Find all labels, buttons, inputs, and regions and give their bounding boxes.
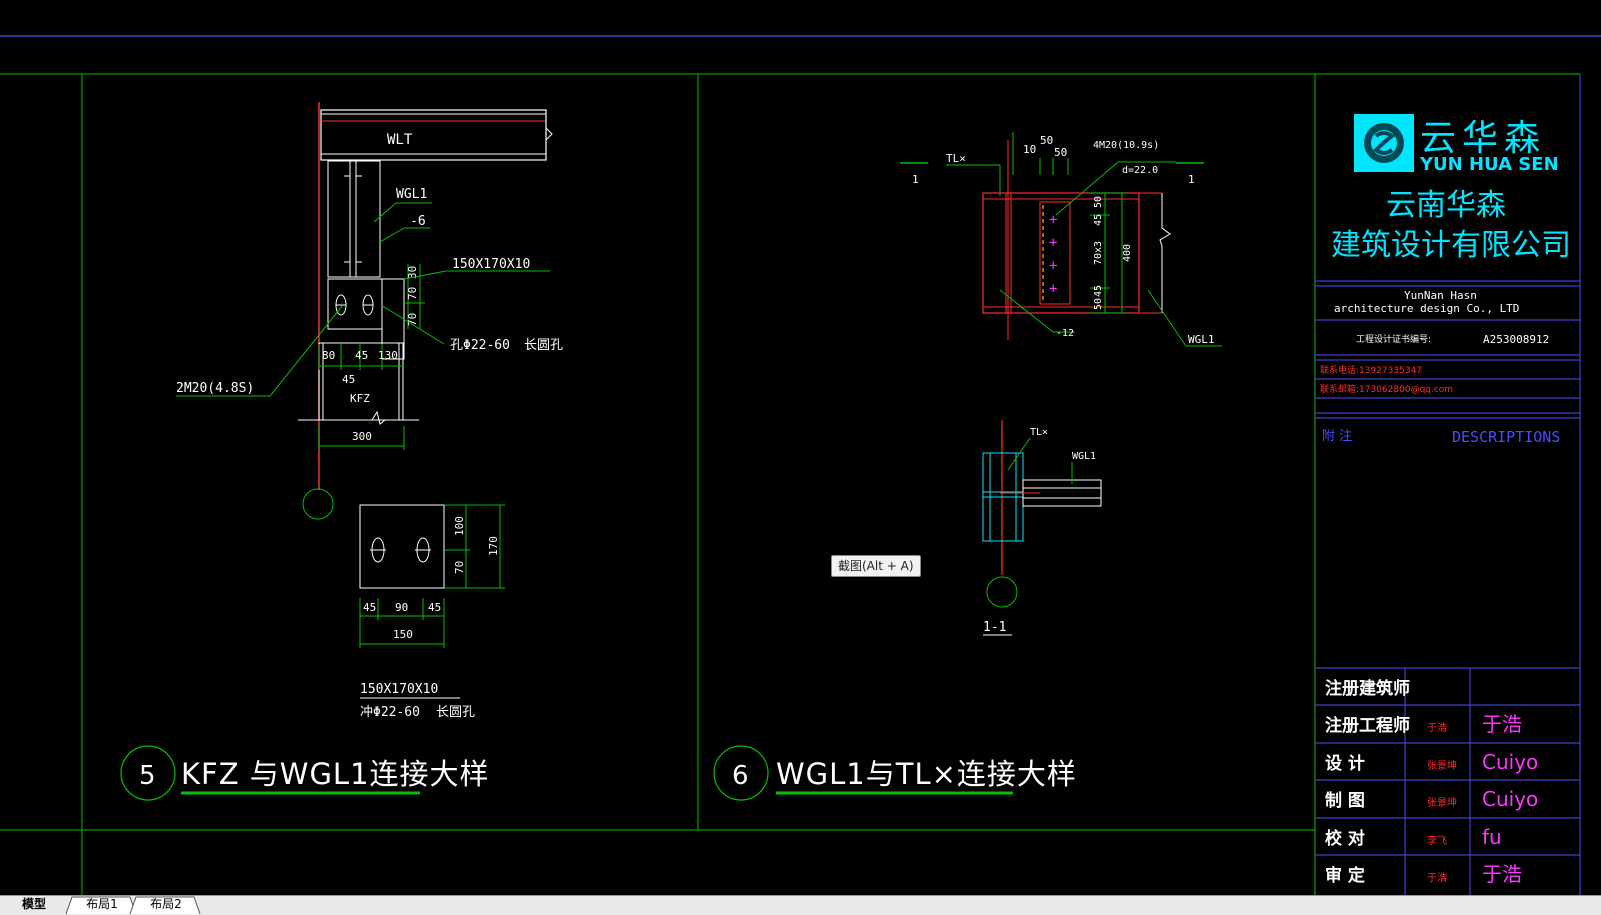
row-sign: 于浩 [1482, 712, 1522, 736]
slot-label: 长圆孔 [524, 338, 563, 353]
detail-5-number: 5 [139, 761, 156, 791]
d50a: 50 [1040, 134, 1053, 147]
note-2: 冲Φ22-60 [360, 705, 420, 720]
kfz-label: KFZ [350, 392, 370, 405]
detail-5-title: KFZ 与WGL1连接大样 [181, 757, 490, 791]
pd-70: 70 [453, 561, 466, 574]
logo-en: YUN HUA SEN [1419, 154, 1559, 175]
wgl1-6-label: WGL1 [1188, 333, 1215, 346]
svg-text:+: + [1049, 235, 1057, 251]
cert-label: 工程设计证书编号: [1356, 333, 1431, 345]
screenshot-tooltip: 截图(Alt + A) [831, 555, 921, 577]
pd-170: 170 [487, 536, 500, 556]
svg-text:+: + [1049, 212, 1057, 228]
sec-1a: 1 [912, 173, 919, 186]
row-name: 张景坤 [1427, 759, 1457, 772]
section-label: 1-1 [983, 620, 1006, 635]
d6-45b: 45 [1093, 285, 1104, 297]
dim-45: 45 [355, 349, 368, 362]
signature-table [1315, 667, 1580, 895]
company-en-line2: architecture design Co., LTD [1334, 302, 1519, 315]
dim-80: 80 [322, 349, 335, 362]
d50b: 50 [1054, 146, 1067, 159]
minus12-label: -12 [1056, 328, 1074, 339]
detail-5-grid-bubble [302, 488, 334, 520]
pd-90: 90 [395, 601, 408, 614]
dia-label: d=22.0 [1122, 165, 1158, 176]
row-label: 校 对 [1325, 828, 1365, 849]
phone: 联系电话:13927335347 [1320, 364, 1422, 376]
detail-6-grid-bubble [986, 576, 1018, 608]
detail-6: 1 1 TL× 10 50 50 4M20(10.9s) d=22.0 + + … [713, 132, 1222, 801]
dim-70a: 70 [406, 287, 419, 300]
row-sign: 于浩 [1482, 862, 1522, 886]
row-label: 制 图 [1325, 790, 1365, 811]
tab-layout1[interactable]: 布局1 [74, 896, 130, 913]
row-name: 于浩 [1427, 872, 1447, 884]
dim-130: 130 [378, 349, 398, 362]
detail-6-title: WGL1与TL×连接大样 [776, 757, 1077, 791]
tab-layout2[interactable]: 布局2 [138, 896, 194, 913]
title-block: 云华森 YUN HUA SEN 云南华森 建筑设计有限公司 YunNan Has… [1315, 114, 1580, 895]
row-label: 审 定 [1325, 865, 1365, 886]
hole-label: 孔Φ22-60 [450, 338, 510, 353]
row-name: 于浩 [1427, 722, 1447, 734]
row-sign: Cuiyo [1482, 750, 1538, 774]
email: 联系邮箱:173062800@qq.com [1320, 383, 1453, 395]
dim-300: 300 [352, 430, 372, 443]
descriptions-label: DESCRIPTIONS [1452, 428, 1560, 446]
notes-label: 附 注 [1322, 429, 1352, 444]
row-label: 设 计 [1325, 753, 1365, 774]
d10: 10 [1023, 143, 1036, 156]
minus6-label: -6 [410, 214, 426, 229]
pd-100: 100 [453, 516, 466, 536]
svg-text:+: + [1049, 258, 1057, 274]
row-sign: Cuiyo [1482, 787, 1538, 811]
company-line2: 建筑设计有限公司 [1331, 228, 1571, 263]
tlx-label: TL× [946, 152, 966, 165]
company-line1: 云南华森 [1386, 188, 1506, 223]
tab-model[interactable]: 模型 [8, 896, 60, 913]
d6-45: 45 [1093, 214, 1104, 226]
d6-400: 400 [1122, 244, 1133, 262]
d6-50d: 50 [1093, 298, 1104, 310]
company-logo-icon [1354, 114, 1414, 172]
detail-6-number: 6 [732, 761, 749, 791]
bolts-label: 2M20(4.8S) [176, 381, 254, 396]
pd-45b: 45 [428, 601, 441, 614]
row-sign: fu [1482, 825, 1502, 849]
plate-label: 150X170X10 [452, 257, 530, 272]
cad-drawing-canvas[interactable]: WLT WGL1 -6 KFZ 45 30 70 70 150X170X10 孔… [0, 0, 1601, 895]
wgl1b-label: WGL1 [1072, 451, 1096, 462]
pd-150: 150 [393, 628, 413, 641]
layout-tab-bar: 模型 布局1 布局2 [0, 895, 1601, 915]
note-1: 150X170X10 [360, 682, 438, 697]
row-label: 注册工程师 [1325, 715, 1410, 736]
sec-1b: 1 [1188, 173, 1195, 186]
row-name: 张景坤 [1427, 796, 1457, 809]
note-3: 长圆孔 [436, 705, 475, 720]
wlt-label: WLT [387, 132, 413, 148]
logo-cn: 云华森 [1420, 118, 1546, 159]
detail-5: WLT WGL1 -6 KFZ 45 30 70 70 150X170X10 孔… [120, 102, 563, 801]
d6-70x3: 70x3 [1093, 241, 1104, 265]
row-label: 注册建筑师 [1325, 678, 1410, 699]
svg-text:+: + [1049, 281, 1057, 297]
row-name: 李飞 [1427, 834, 1447, 847]
tlx2-label: TL× [1030, 427, 1048, 438]
cert-no: A253008912 [1483, 333, 1549, 346]
wgl1-label: WGL1 [396, 187, 427, 202]
pd-45a: 45 [363, 601, 376, 614]
bolts6-label: 4M20(10.9s) [1093, 140, 1159, 151]
company-en-line1: YunNan Hasn [1404, 289, 1477, 302]
dim-45b: 45 [342, 373, 355, 386]
d6-50c: 50 [1093, 196, 1104, 208]
